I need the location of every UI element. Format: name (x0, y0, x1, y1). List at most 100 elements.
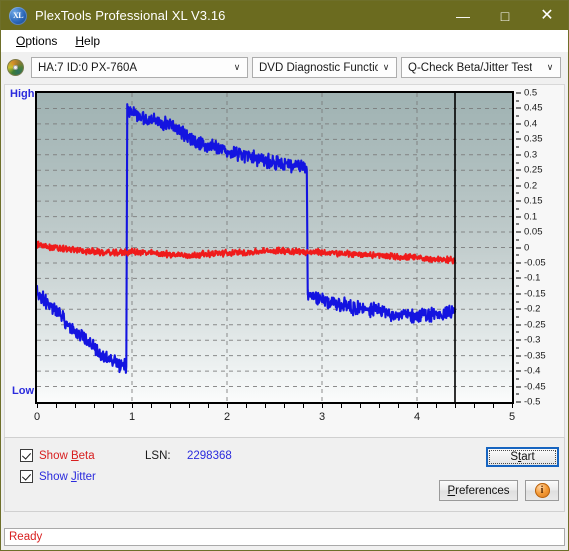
y-tick-mark (516, 324, 521, 326)
y-tick-mark (516, 308, 521, 310)
start-button[interactable]: Start (486, 447, 559, 467)
y-tick-mark-minor (516, 362, 519, 364)
y-tick-label: 0.2 (524, 180, 538, 192)
show-jitter-post: itter (76, 470, 96, 483)
y-tick-mark-minor (516, 115, 519, 117)
y-tick-label: 0.3 (524, 149, 538, 161)
y-tick-label: -0.1 (524, 272, 541, 284)
lsn-value: 2298368 (187, 450, 232, 462)
x-tick-label: 3 (318, 411, 326, 423)
y-tick-mark (516, 154, 521, 156)
show-jitter-pre: Show (39, 470, 71, 483)
y-tick-mark (516, 138, 521, 140)
y-tick-label: -0.35 (524, 350, 546, 362)
y-tick-mark-minor (516, 192, 519, 194)
y-tick-mark (516, 216, 521, 218)
x-tick-mark (398, 404, 399, 408)
y-tick-label: -0.2 (524, 303, 541, 315)
y-tick-mark (516, 262, 521, 264)
y-tick-mark-minor (516, 393, 519, 395)
y-tick-label: -0.15 (524, 288, 546, 300)
y-axis-ticks: 0.5 0.45 0.4 0.35 0.3 0.25 0.2 0.15 0.1 0.05 0 -0.0… (516, 85, 568, 415)
menu-item-options[interactable]: Options (7, 32, 66, 50)
test-select-value: Q-Check Beta/Jitter Test (408, 61, 533, 74)
x-tick-label: 0 (33, 411, 41, 423)
x-tick-mark (474, 404, 475, 408)
x-tick-mark (246, 404, 247, 408)
y-tick-mark (516, 355, 521, 357)
show-jitter-row[interactable]: Show Jitter (20, 470, 96, 483)
show-beta-checkbox[interactable] (20, 449, 33, 462)
x-tick-label: 5 (508, 411, 516, 423)
function-select[interactable]: DVD Diagnostic Functions ∨ (252, 57, 397, 78)
y-tick-mark-minor (516, 254, 519, 256)
y-tick-mark-minor (516, 208, 519, 210)
test-select[interactable]: Q-Check Beta/Jitter Test ∨ (401, 57, 561, 78)
info-icon: i (534, 483, 550, 498)
preferences-button[interactable]: Preferences (439, 480, 518, 501)
plot-wrapper: High Low 0.5 0.45 0.4 0.35 0.3 0.25 0.2 0.15 0.1… (5, 85, 568, 437)
menu-help-mnemonic: H (75, 34, 85, 48)
close-button[interactable]: ✕ (526, 1, 568, 30)
show-beta-row[interactable]: Show Beta (20, 449, 95, 462)
menu-item-help[interactable]: Help (66, 32, 109, 50)
x-tick-mark (455, 404, 456, 408)
y-tick-label: 0.35 (524, 133, 543, 145)
show-beta-label: Show Beta (39, 450, 95, 462)
menu-options-rest: ptions (25, 34, 58, 48)
window-buttons: — □ ✕ (442, 1, 568, 30)
y-tick-label: -0.4 (524, 365, 541, 377)
y-tick-label: 0.4 (524, 118, 538, 130)
start-pre: S (510, 451, 519, 463)
y-tick-mark-minor (516, 347, 519, 349)
plot-area (35, 91, 514, 404)
close-icon: ✕ (540, 6, 554, 24)
x-tick-mark (360, 404, 361, 408)
start-button-focus-ring: Start (489, 450, 556, 464)
x-tick-label: 4 (413, 411, 421, 423)
plextools-window: XL PlexTools Professional XL V3.16 — □ ✕… (0, 0, 569, 551)
axis-label-low: Low (12, 385, 34, 397)
y-tick-label: 0.25 (524, 164, 543, 176)
maximize-button[interactable]: □ (484, 1, 526, 30)
minimize-button[interactable]: — (442, 1, 484, 30)
drive-select[interactable]: HA:7 ID:0 PX-760A ∨ (31, 57, 248, 78)
x-tick-mark (56, 404, 57, 408)
y-tick-mark (516, 293, 521, 295)
menu-bar: Options Help (1, 30, 568, 52)
x-tick-mark (170, 404, 171, 408)
x-axis-ticks: 0 1 2 3 4 5 (5, 404, 568, 427)
x-tick-mark (132, 404, 133, 408)
x-tick-mark (189, 404, 190, 408)
y-tick-label: 0 (524, 242, 530, 253)
start-label: Start (510, 451, 534, 463)
y-tick-mark-minor (516, 146, 519, 148)
x-tick-mark (75, 404, 76, 408)
x-tick-mark (303, 404, 304, 408)
y-tick-mark-minor (516, 131, 519, 133)
show-jitter-checkbox[interactable] (20, 470, 33, 483)
y-tick-mark (516, 386, 521, 388)
y-tick-label: -0.25 (524, 319, 546, 331)
y-tick-label: 0.05 (524, 226, 543, 238)
x-tick-mark (493, 404, 494, 408)
y-tick-mark (516, 277, 521, 279)
y-tick-mark (516, 123, 521, 125)
y-tick-label: 0.15 (524, 195, 543, 207)
x-tick-mark (284, 404, 285, 408)
show-beta-pre: Show (39, 449, 71, 462)
y-tick-mark-minor (516, 162, 519, 164)
y-tick-label: 0.45 (524, 102, 543, 114)
y-tick-mark (516, 200, 521, 202)
y-tick-mark-minor (516, 285, 519, 287)
x-tick-mark (417, 404, 418, 408)
maximize-icon: □ (500, 7, 510, 24)
y-tick-mark-minor (516, 239, 519, 241)
optical-disc-icon (7, 59, 24, 76)
preferences-post: references (455, 484, 510, 497)
minimize-icon: — (456, 7, 470, 24)
chart-panel: High Low 0.5 0.45 0.4 0.35 0.3 0.25 0.2 0.15 0.1… (4, 84, 565, 437)
y-tick-label: -0.05 (524, 257, 546, 269)
y-tick-mark (516, 169, 521, 171)
info-button[interactable]: i (525, 480, 559, 501)
